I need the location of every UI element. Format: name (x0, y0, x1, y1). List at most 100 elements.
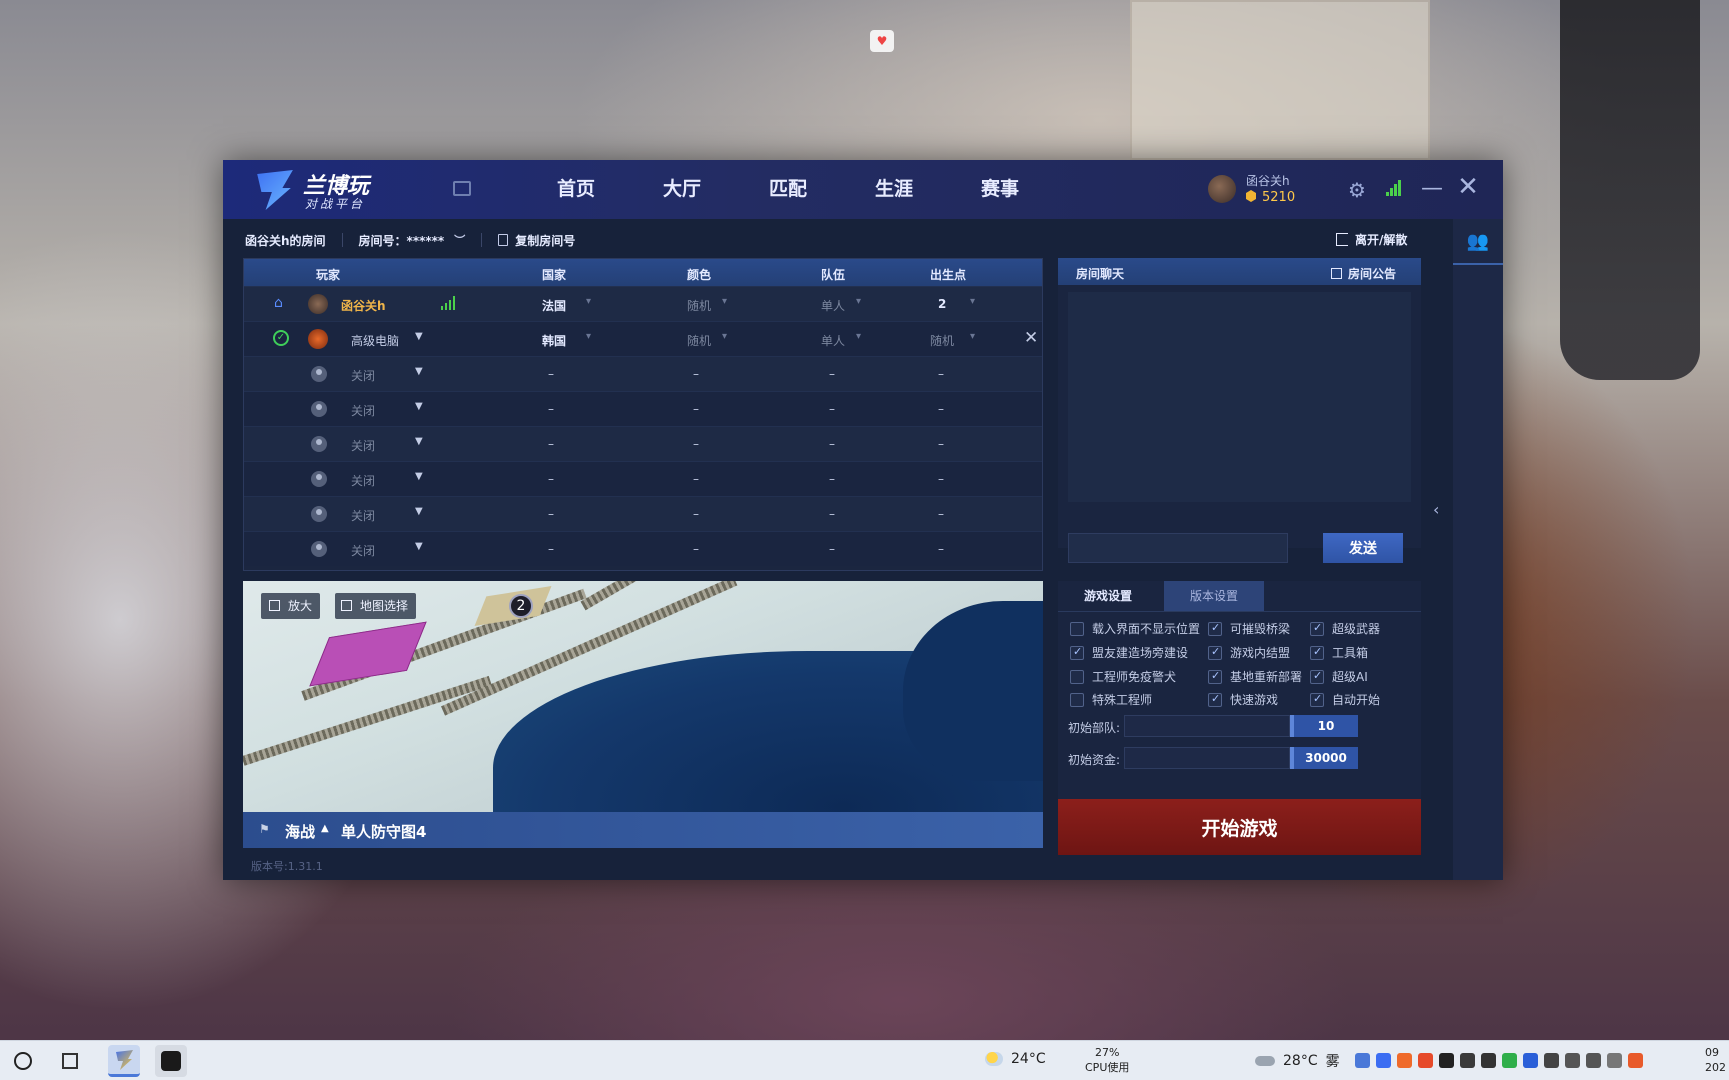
copy-room-number-button[interactable]: 复制房间号 (515, 232, 575, 249)
checkbox[interactable] (1310, 645, 1324, 660)
chevron-down-icon[interactable]: ▾ (856, 296, 861, 307)
option-quick-game[interactable]: 快速游戏 (1208, 691, 1278, 708)
tray-app-icon[interactable] (1544, 1053, 1559, 1068)
player-slot-select[interactable]: 关闭 (351, 367, 375, 384)
chevron-left-icon[interactable]: ‹ (1433, 500, 1439, 519)
avatar[interactable] (1208, 175, 1236, 203)
tray-app-icon[interactable] (1418, 1053, 1433, 1068)
minimize-button[interactable]: — (1420, 176, 1444, 201)
player-slot-select[interactable]: 关闭 (351, 402, 375, 419)
checkbox[interactable] (1208, 645, 1222, 660)
leave-room-button[interactable]: 离开/解散 (1336, 231, 1407, 248)
nav-lobby[interactable]: 大厅 (629, 160, 735, 219)
player-slot-select[interactable]: 关闭 (351, 437, 375, 454)
chevron-down-icon[interactable]: ▾ (970, 296, 975, 307)
send-button[interactable]: 发送 (1323, 533, 1403, 563)
player-slot-select[interactable]: 高级电脑 (351, 332, 399, 349)
option-crates[interactable]: 工具箱 (1310, 644, 1368, 661)
player-slot-select[interactable]: 关闭 (351, 507, 375, 524)
player-slot-select[interactable]: 关闭 (351, 542, 375, 559)
weather-widget[interactable]: 24°C (985, 1051, 1046, 1067)
nav-match[interactable]: 匹配 (735, 160, 841, 219)
nav-events[interactable]: 赛事 (947, 160, 1053, 219)
game-platform-taskbar-icon[interactable] (108, 1045, 140, 1077)
search-circle-icon[interactable] (14, 1052, 32, 1070)
copy-icon[interactable] (498, 234, 509, 246)
tray-app-icon[interactable] (1439, 1053, 1454, 1068)
close-circle-icon[interactable] (1607, 1053, 1622, 1068)
wifi-icon[interactable] (1565, 1053, 1580, 1068)
chevron-down-icon[interactable]: ▼ (415, 366, 423, 377)
tray-app-icon[interactable] (1481, 1053, 1496, 1068)
chevron-down-icon[interactable]: ▾ (586, 331, 591, 342)
eye-hidden-icon[interactable]: ︶ (454, 232, 465, 248)
option-base-redeploy[interactable]: 基地重新部署 (1208, 668, 1302, 685)
tab-version-settings[interactable]: 版本设置 (1164, 581, 1264, 611)
chat-input[interactable] (1068, 533, 1288, 563)
chevron-down-icon[interactable]: ▾ (722, 296, 727, 307)
option-special-engineer[interactable]: 特殊工程师 (1070, 691, 1152, 708)
initial-funds-slider[interactable] (1124, 747, 1290, 769)
user-profile[interactable]: 函谷关h 5210 (1208, 172, 1328, 208)
country-select[interactable]: 法国 (542, 297, 566, 314)
checkbox[interactable] (1310, 621, 1324, 636)
spawn-select[interactable]: 随机 (930, 332, 954, 349)
remove-player-icon[interactable]: ✕ (1024, 328, 1038, 348)
tray-app-icon[interactable] (1376, 1053, 1391, 1068)
option-engineer-immune[interactable]: 工程师免疫警犬 (1070, 668, 1176, 685)
shield-icon[interactable] (1523, 1053, 1538, 1068)
chevron-down-icon[interactable]: ▼ (415, 471, 423, 482)
tray-app-icon[interactable] (1628, 1053, 1643, 1068)
option-destroyable-bridges[interactable]: 可摧毁桥梁 (1208, 620, 1290, 637)
task-view-icon[interactable] (62, 1053, 78, 1069)
app-taskbar-icon[interactable] (155, 1045, 187, 1077)
checkbox[interactable] (1208, 692, 1222, 707)
checkbox[interactable] (1208, 621, 1222, 636)
chevron-down-icon[interactable]: ▾ (722, 331, 727, 342)
cpu-usage[interactable]: 27% CPU使用 (1085, 1045, 1129, 1075)
option-superweapons[interactable]: 超级武器 (1310, 620, 1380, 637)
tray-app-icon[interactable] (1502, 1053, 1517, 1068)
chevron-down-icon[interactable]: ▾ (586, 296, 591, 307)
chevron-down-icon[interactable]: ▾ (970, 331, 975, 342)
clock[interactable]: 09 202 (1705, 1045, 1726, 1075)
tray-app-icon[interactable] (1397, 1053, 1412, 1068)
zoom-button[interactable]: 放大 (261, 593, 321, 619)
color-select[interactable]: 随机 (687, 332, 711, 349)
volume-icon[interactable] (1586, 1053, 1601, 1068)
chevron-down-icon[interactable]: ▼ (415, 331, 423, 342)
tray-app-icon[interactable] (1460, 1053, 1475, 1068)
map-mode-select[interactable]: 海战 (285, 821, 315, 842)
checkbox[interactable] (1070, 645, 1084, 660)
team-select[interactable]: 单人 (821, 297, 845, 314)
map-select-button[interactable]: 地图选择 (335, 593, 417, 619)
nav-home[interactable]: 首页 (523, 160, 629, 219)
checkbox[interactable] (1310, 669, 1324, 684)
checkbox[interactable] (1070, 692, 1084, 707)
nav-career[interactable]: 生涯 (841, 160, 947, 219)
country-select[interactable]: 韩国 (542, 332, 566, 349)
weather-status[interactable]: 28°C 雾 (1255, 1051, 1340, 1071)
initial-units-slider[interactable] (1124, 715, 1290, 737)
chevron-down-icon[interactable]: ▼ (415, 401, 423, 412)
option-ingame-alliance[interactable]: 游戏内结盟 (1208, 644, 1290, 661)
chevron-down-icon[interactable]: ▼ (415, 541, 423, 552)
player-slot-select[interactable]: 关闭 (351, 472, 375, 489)
option-hide-position[interactable]: 载入界面不显示位置 (1070, 620, 1200, 637)
checkbox[interactable] (1208, 669, 1222, 684)
map-preview[interactable]: 2 放大 地图选择 (243, 581, 1043, 812)
chevron-down-icon[interactable]: ▼ (415, 436, 423, 447)
checkbox[interactable] (1310, 692, 1324, 707)
briefcase-icon[interactable] (453, 181, 471, 196)
room-notice-button[interactable]: 房间公告 (1331, 265, 1396, 282)
tray-app-icon[interactable] (1355, 1053, 1370, 1068)
caret-up-icon[interactable]: ▲ (321, 823, 329, 834)
close-button[interactable]: ✕ (1456, 172, 1480, 202)
team-select[interactable]: 单人 (821, 332, 845, 349)
tab-game-settings[interactable]: 游戏设置 (1058, 581, 1158, 611)
friends-icon[interactable]: 👥 (1453, 219, 1503, 265)
option-super-ai[interactable]: 超级AI (1310, 668, 1368, 685)
spawn-select[interactable]: 2 (938, 297, 946, 311)
tshirt-widget-icon[interactable]: ♥ (870, 30, 894, 52)
chevron-down-icon[interactable]: ▾ (856, 331, 861, 342)
